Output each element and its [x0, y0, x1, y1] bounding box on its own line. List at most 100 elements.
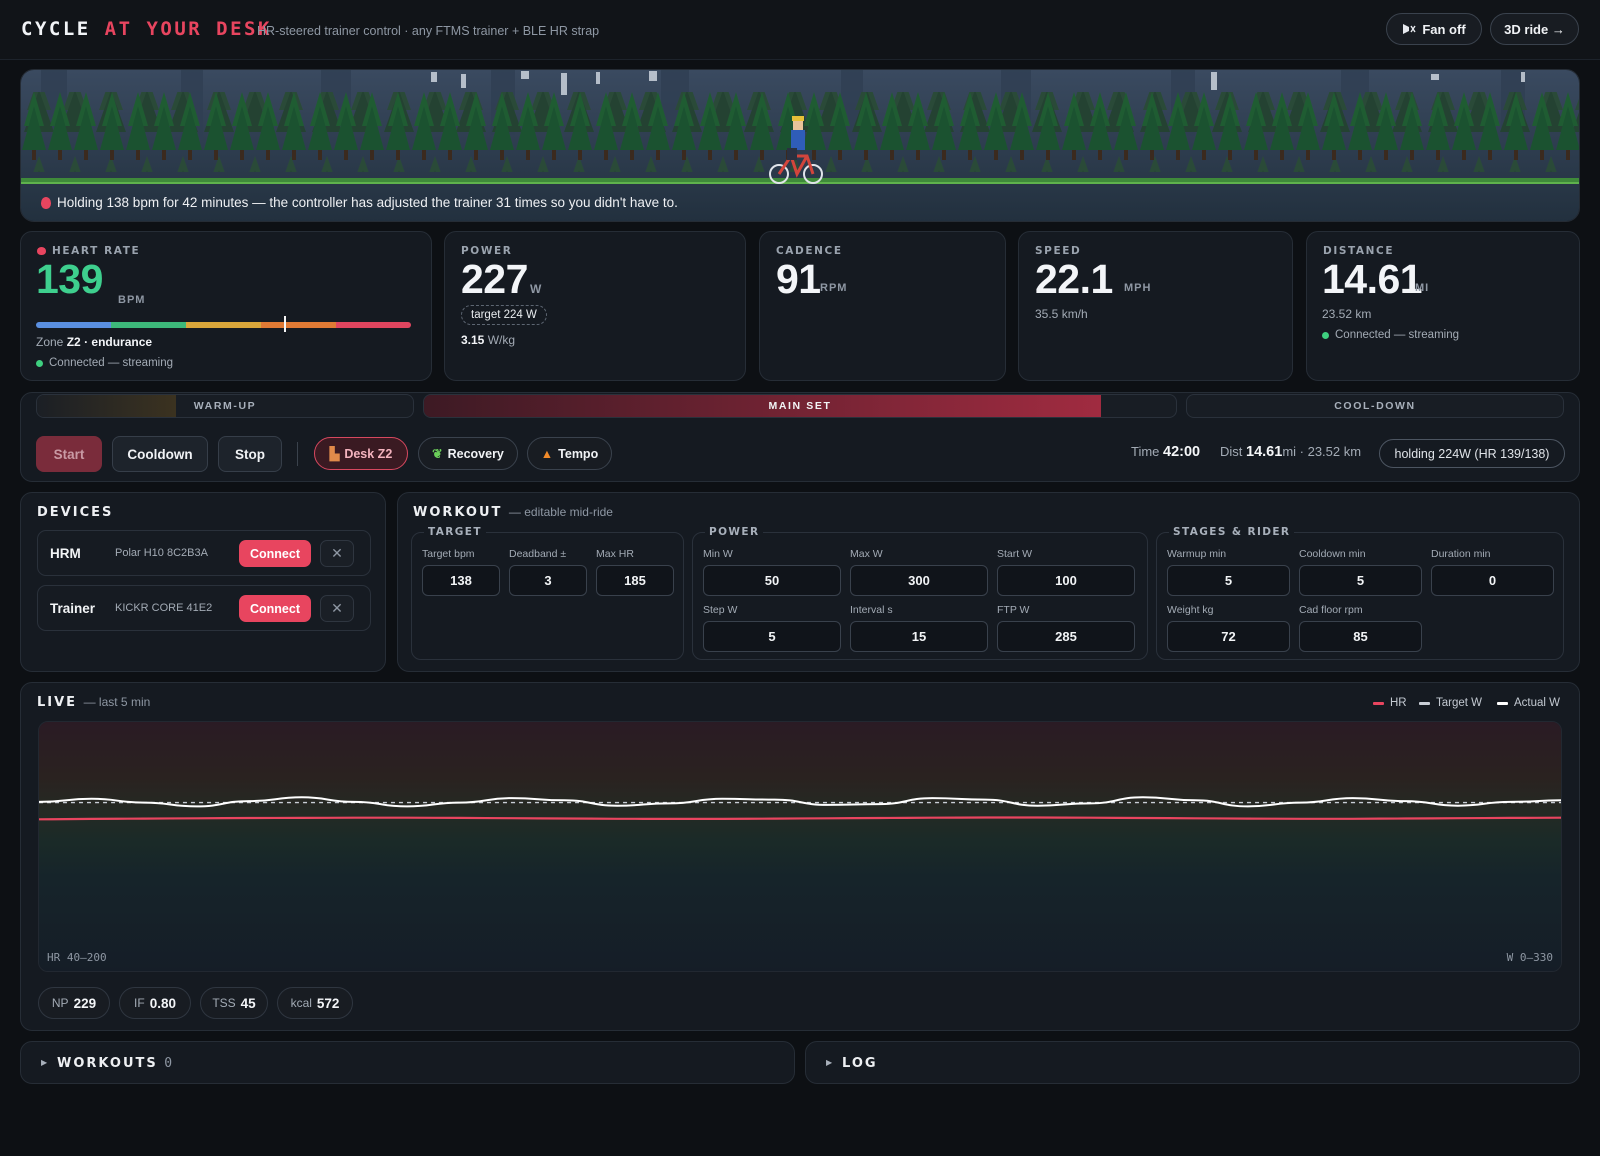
speed-card: SPEED 22.1 MPH 35.5 km/h	[1018, 231, 1293, 381]
deadband-label: Deadband ±	[509, 548, 567, 560]
expand-triangle-icon: ▶	[826, 1058, 833, 1067]
devices-title: DEVICES	[37, 505, 114, 520]
3d-ride-label: 3D ride →	[1504, 21, 1565, 37]
step-w-label: Step W	[703, 604, 738, 616]
heart-icon	[41, 196, 51, 209]
cad-floor-label: Cad floor rpm	[1299, 604, 1363, 616]
preset-recovery[interactable]: ❦ Recovery	[418, 437, 518, 470]
cooldown-button[interactable]: Cooldown	[112, 436, 208, 472]
start-button[interactable]: Start	[36, 436, 102, 472]
preset-recovery-label: Recovery	[447, 446, 504, 461]
preset-tempo[interactable]: ▲ Tempo	[527, 437, 612, 470]
cad-floor-input[interactable]	[1299, 621, 1422, 652]
preset-desk-z2[interactable]: ▙ Desk Z2	[314, 437, 408, 470]
ftp-w-input[interactable]	[997, 621, 1135, 652]
scene-message-text: Holding 138 bpm for 42 minutes — the con…	[57, 195, 678, 210]
legend-hr-label: HR	[1390, 697, 1407, 709]
min-w-input[interactable]	[703, 565, 841, 596]
metric-np-label: NP	[51, 996, 69, 1010]
start-w-input[interactable]	[997, 565, 1135, 596]
step-w-input[interactable]	[703, 621, 841, 652]
3d-ride-button[interactable]: 3D ride →	[1490, 13, 1579, 45]
wkg-value: 3.15	[461, 333, 485, 347]
top-bar: CYCLE AT YOUR DESK HR-steered trainer co…	[0, 0, 1600, 60]
fan-toggle-button[interactable]: Fan off	[1386, 13, 1482, 45]
stages-legend: STAGES & RIDER	[1169, 526, 1295, 538]
stop-button[interactable]: Stop	[218, 436, 282, 472]
zone-prefix: Zone	[36, 335, 64, 349]
metric-kcal-value: 572	[316, 995, 340, 1011]
sprout-icon: ❦	[432, 447, 443, 461]
distance-status: Connected — streaming	[1322, 329, 1459, 341]
cooldown-min-input[interactable]	[1299, 565, 1422, 596]
warmup-min-input[interactable]	[1167, 565, 1290, 596]
phase-main: MAIN SET	[423, 394, 1177, 418]
device-row-trainer: Trainer KICKR CORE 41E2 Connect ✕	[37, 585, 371, 631]
log-section-toggle[interactable]: ▶ LOG	[805, 1041, 1580, 1084]
distance-status-text: Connected — streaming	[1335, 329, 1460, 341]
target-legend: TARGET	[424, 526, 486, 538]
speed-unit: MPH	[1124, 282, 1152, 294]
workouts-section-toggle[interactable]: ▶ WORKOUTS 0	[20, 1041, 795, 1084]
app-title-accent: AT YOUR DESK	[104, 18, 272, 40]
cadence-card: CADENCE 91 RPM	[759, 231, 1006, 381]
weight-label: Weight kg	[1167, 604, 1214, 616]
hr-zone-bar	[36, 322, 411, 328]
workouts-title: WORKOUTS 0	[57, 1056, 172, 1071]
distance-card: DISTANCE 14.61 MI 23.52 km Connected — s…	[1306, 231, 1580, 381]
ride-scene: Holding 138 bpm for 42 minutes — the con…	[20, 69, 1580, 222]
connected-dot-icon	[1322, 331, 1329, 339]
interval-input[interactable]	[850, 621, 988, 652]
hr-zone-marker	[283, 316, 286, 332]
hrm-connect-button[interactable]: Connect	[239, 540, 311, 567]
distance-unit: MI	[1415, 282, 1430, 294]
max-w-input[interactable]	[850, 565, 988, 596]
duration-min-input[interactable]	[1431, 565, 1554, 596]
cadence-value: 91	[776, 256, 821, 302]
time-readout: Time 42:00	[1131, 444, 1200, 460]
target-bpm-input[interactable]	[422, 565, 500, 596]
close-icon: ✕	[331, 545, 343, 562]
deadband-input[interactable]	[509, 565, 587, 596]
max-w-label: Max W	[850, 548, 883, 560]
devices-panel: DEVICES HRM Polar H10 8C2B3A Connect ✕ T…	[20, 492, 386, 672]
weight-input[interactable]	[1167, 621, 1290, 652]
phase-cooldown-label: COOL-DOWN	[1334, 400, 1416, 412]
ftp-w-label: FTP W	[997, 604, 1030, 616]
target-fieldset: TARGET Target bpm Deadband ± Max HR	[411, 526, 684, 660]
legend-target-w: Target W	[1419, 697, 1482, 709]
phase-warmup-label: WARM-UP	[193, 400, 257, 412]
scene-message: Holding 138 bpm for 42 minutes — the con…	[41, 195, 678, 210]
w-axis-caption: W 0–330	[1506, 951, 1553, 964]
metric-kcal: kcal 572	[277, 987, 353, 1019]
series-line-hr	[39, 816, 1561, 821]
connected-dot-icon	[36, 359, 43, 367]
device-id: KICKR CORE 41E2	[115, 602, 213, 614]
heart-rate-value: 139	[36, 256, 103, 302]
log-title: LOG	[842, 1056, 878, 1071]
speed-value: 22.1	[1035, 256, 1113, 302]
trainer-connect-button[interactable]: Connect	[239, 595, 311, 622]
live-title-text: LIVE	[37, 695, 78, 710]
metric-if-value: 0.80	[149, 995, 176, 1011]
zone-id: Z2	[66, 335, 81, 349]
heart-icon	[37, 247, 46, 255]
workouts-label: WORKOUTS	[57, 1056, 158, 1071]
warmup-min-label: Warmup min	[1167, 548, 1227, 560]
metric-if-label: IF	[134, 996, 145, 1010]
metric-kcal-label: kcal	[290, 996, 312, 1010]
hr-axis-caption: HR 40–200	[47, 951, 107, 964]
metric-tss-label: TSS	[212, 996, 236, 1010]
cooldown-min-label: Cooldown min	[1299, 548, 1366, 560]
heart-rate-card: HEART RATE 139 BPM Zone Z2 · endurance C…	[20, 231, 432, 381]
hrm-remove-button[interactable]: ✕	[320, 540, 354, 567]
live-chart: HR 40–200 W 0–330	[38, 721, 1562, 972]
cadence-unit: RPM	[820, 282, 848, 294]
max-hr-input[interactable]	[596, 565, 674, 596]
legend-swatch	[1419, 701, 1430, 705]
app-title: CYCLE AT YOUR DESK	[21, 18, 272, 40]
device-name: HRM	[50, 546, 81, 561]
min-w-label: Min W	[703, 548, 733, 560]
trainer-remove-button[interactable]: ✕	[320, 595, 354, 622]
power-unit: W	[530, 282, 543, 296]
